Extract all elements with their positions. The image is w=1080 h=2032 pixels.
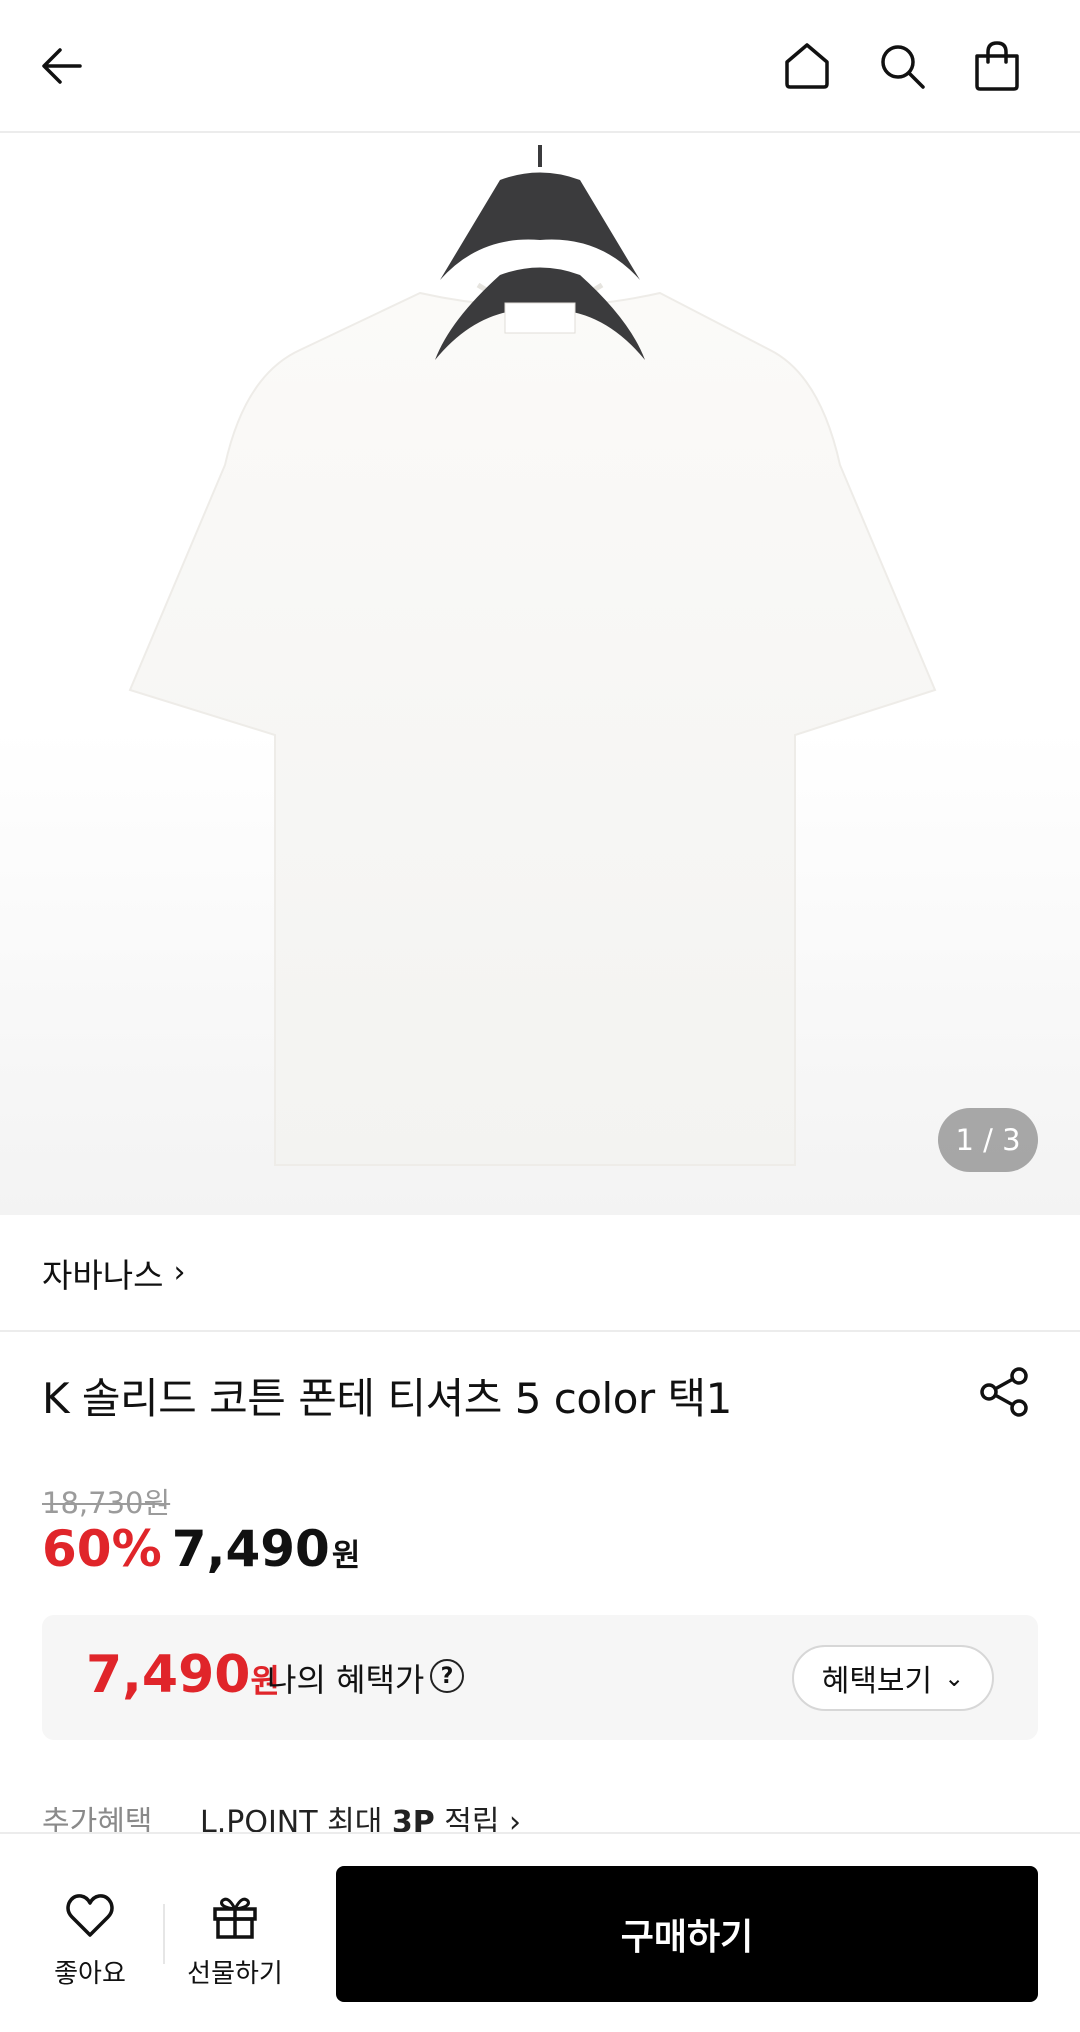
view-benefits-label: 혜택보기 — [821, 1664, 933, 1699]
bottom-action-bar: 좋아요 선물하기 구매하기 — [0, 1832, 1080, 2032]
original-price: 18,730원 — [42, 1486, 171, 1520]
product-image-carousel[interactable]: 1 / 3 — [0, 135, 1080, 1215]
home-button[interactable] — [775, 34, 839, 98]
share-button[interactable] — [975, 1362, 1035, 1422]
image-counter: 1 / 3 — [938, 1108, 1038, 1172]
chevron-down-icon: ⌄ — [944, 1664, 965, 1692]
product-image — [128, 145, 937, 1166]
price-row: 60% 7,490 원 — [42, 1520, 360, 1578]
brand-link[interactable]: 자바나스 › — [0, 1215, 1080, 1332]
buy-button[interactable]: 구매하기 — [336, 1866, 1038, 2002]
cart-button[interactable] — [965, 34, 1029, 98]
shopping-bag-icon — [975, 41, 1019, 91]
sale-price: 7,490 — [171, 1520, 330, 1578]
benefit-price-value: 7,490 — [86, 1645, 251, 1705]
back-button[interactable] — [32, 34, 96, 98]
heart-icon — [66, 1894, 114, 1937]
discount-rate: 60% — [42, 1520, 162, 1578]
search-button[interactable] — [870, 34, 934, 98]
top-app-bar — [0, 0, 1080, 133]
search-icon — [881, 45, 925, 89]
arrow-left-icon — [42, 48, 82, 84]
share-icon — [980, 1367, 1028, 1417]
divider — [163, 1904, 165, 1964]
brand-name: 자바나스 — [42, 1255, 164, 1295]
my-benefit-price-box: 7,490 원 나의 혜택가 ? 혜택보기 ⌄ — [42, 1615, 1038, 1740]
benefit-label: 나의 혜택가 — [267, 1661, 425, 1699]
product-title: K 솔리드 코튼 폰테 티셔츠 5 color 택1 — [42, 1374, 732, 1423]
gift-icon — [213, 1897, 257, 1939]
like-label: 좋아요 — [54, 1959, 126, 1989]
gift-button[interactable]: 선물하기 — [180, 1889, 290, 1990]
like-button[interactable]: 좋아요 — [40, 1889, 140, 1990]
benefit-price: 7,490 원 — [86, 1645, 280, 1705]
view-benefits-button[interactable]: 혜택보기 ⌄ — [792, 1645, 994, 1711]
help-icon[interactable]: ? — [430, 1659, 464, 1693]
gift-label: 선물하기 — [187, 1959, 283, 1989]
chevron-right-icon: › — [173, 1255, 186, 1290]
price-currency: 원 — [331, 1538, 361, 1574]
home-icon — [785, 43, 829, 89]
